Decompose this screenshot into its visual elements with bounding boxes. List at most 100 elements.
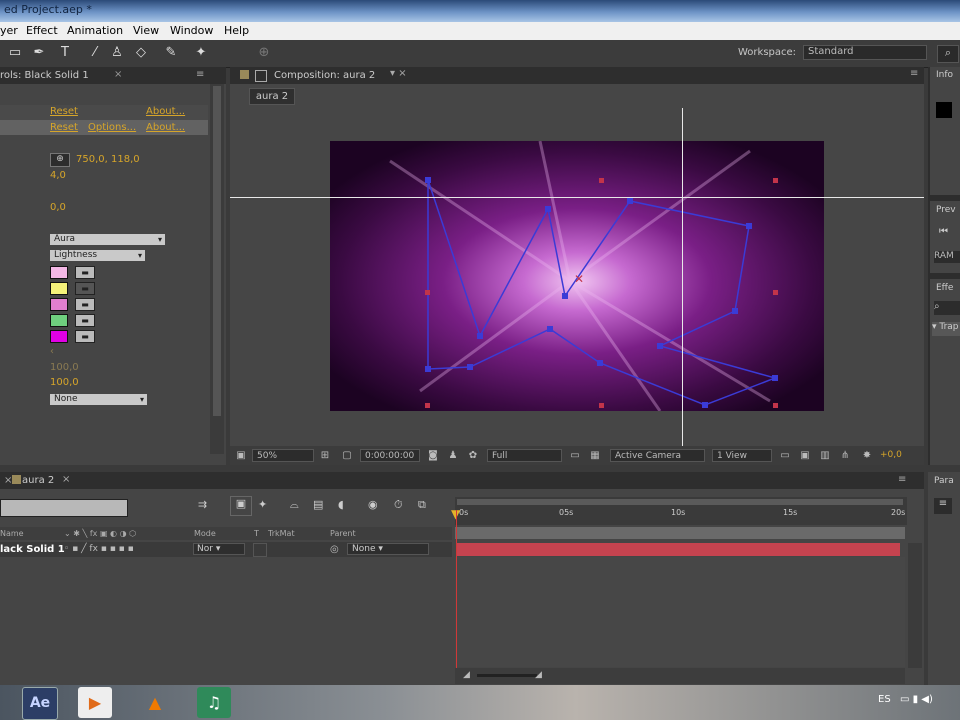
preset-select[interactable]: Aura (50, 234, 165, 245)
blend-select[interactable]: Lightness (50, 250, 145, 261)
search-help-icon[interactable]: ⌕ (937, 45, 959, 63)
pick-whip-icon[interactable]: ◎ (330, 544, 339, 555)
timecode-field[interactable]: 0:00:00:00 (360, 449, 420, 462)
color-swatch-4[interactable] (50, 314, 68, 327)
always-preview-icon[interactable]: ▣ (234, 449, 248, 462)
preview-tab[interactable]: Prev (936, 205, 956, 215)
guide-vertical[interactable] (682, 108, 683, 446)
align-left-icon[interactable]: ≡ (934, 498, 952, 514)
param-value-3[interactable]: 100,0 (50, 362, 79, 373)
timeline-tab[interactable]: aura 2 (22, 475, 54, 486)
exposure-icon[interactable]: ✸ (860, 449, 874, 462)
zoom-in-icon[interactable]: ◢ (535, 670, 542, 680)
snapshot-camera-icon[interactable]: ◙ (426, 449, 440, 462)
eyedropper-icon[interactable]: ▬ (75, 266, 95, 279)
panel-menu-icon[interactable]: ≡ (196, 69, 204, 80)
time-navigator[interactable] (457, 499, 903, 505)
comp-mini-flowchart-icon[interactable]: ⇉ (198, 498, 207, 511)
close-icon[interactable]: × (114, 69, 122, 80)
effects-tree-item[interactable]: ▾ Trap (932, 322, 960, 336)
tray-icons[interactable]: ▭ ▮ ◀) (900, 694, 933, 705)
eyedropper-icon[interactable]: ▬ (75, 330, 95, 343)
crosshair-target-icon[interactable]: ⊕ (50, 153, 70, 167)
composition-viewer[interactable]: ✕ (330, 141, 824, 411)
roto-brush-tool-icon[interactable]: ✎ (162, 44, 180, 62)
after-effects-taskbar-icon[interactable]: Ae (22, 687, 58, 720)
work-area-bar[interactable] (455, 527, 905, 539)
guide-horizontal[interactable] (230, 197, 924, 198)
draft-3d-icon[interactable]: ✦ (258, 498, 267, 511)
channel-icon[interactable]: ✿ (466, 449, 480, 462)
menu-help[interactable]: Help (224, 24, 249, 37)
exposure-value[interactable]: +0,0 (880, 450, 902, 460)
region-of-interest-icon[interactable]: ▭ (568, 449, 582, 462)
menu-animation[interactable]: Animation (67, 24, 123, 37)
preserve-transparency-toggle[interactable] (253, 543, 267, 557)
column-parent[interactable]: Parent (330, 529, 356, 538)
composition-tab[interactable]: Composition: aura 2 (274, 70, 375, 81)
reset-link-2[interactable]: Reset (50, 122, 78, 133)
safe-margins-icon[interactable]: ▢ (340, 449, 354, 462)
column-trkmat[interactable]: TrkMat (268, 529, 295, 538)
zoom-slider-track[interactable] (477, 674, 537, 677)
about-link[interactable]: About... (146, 106, 185, 117)
panel-menu-icon[interactable]: ≡ (910, 68, 918, 79)
media-player-taskbar-icon[interactable]: ▶ (78, 687, 112, 718)
live-update-icon[interactable]: ▣ (230, 496, 252, 516)
frame-blending-icon[interactable]: ▤ (313, 498, 323, 511)
graph-editor-icon[interactable]: ⧉ (418, 498, 426, 512)
info-tab[interactable]: Info (936, 70, 953, 80)
paragraph-tab[interactable]: Para (934, 476, 954, 486)
view-layout-select[interactable]: 1 View (712, 449, 772, 462)
eyedropper-icon[interactable]: ▬ (75, 282, 95, 295)
color-swatch-1[interactable] (50, 266, 68, 279)
language-indicator[interactable]: ES (878, 694, 891, 705)
layer-name[interactable]: lack Solid 1 (0, 544, 65, 555)
panel-menu-icon[interactable]: ≡ (898, 474, 906, 485)
color-swatch-3[interactable] (50, 298, 68, 311)
camera-select[interactable]: Active Camera (610, 449, 705, 462)
param-value-4[interactable]: 100,0 (50, 377, 79, 388)
eyedropper-icon[interactable]: ▬ (75, 314, 95, 327)
workspace-select[interactable]: Standard (803, 45, 927, 60)
column-t[interactable]: T (254, 529, 259, 538)
scroll-thumb[interactable] (213, 86, 221, 416)
anchor-point-icon[interactable]: ✕ (574, 272, 584, 286)
blend-mode-select[interactable]: Nor ▾ (193, 543, 245, 555)
axis-mode-icon[interactable]: ⊕ (255, 44, 273, 62)
param-value-1[interactable]: 4,0 (50, 170, 66, 181)
composition-breadcrumb[interactable]: aura 2 (249, 88, 295, 105)
timeline-search-input[interactable] (0, 499, 128, 517)
menu-window[interactable]: Window (170, 24, 213, 37)
color-swatch-5[interactable] (50, 330, 68, 343)
menu-view[interactable]: View (133, 24, 159, 37)
transparency-grid-icon[interactable]: ▦ (588, 449, 602, 462)
position-value[interactable]: 750,0, 118,0 (76, 154, 140, 165)
pen-tool-icon[interactable]: ✒ (30, 44, 48, 62)
parent-select[interactable]: None ▾ (347, 543, 429, 555)
text-tool-icon[interactable]: T (56, 44, 74, 62)
hide-shy-icon[interactable]: ⌓ (290, 498, 299, 512)
param-value-2[interactable]: 0,0 (50, 202, 66, 213)
close-icon[interactable]: × (62, 474, 70, 485)
vlc-taskbar-icon[interactable]: ▲ (138, 687, 172, 718)
search-icon[interactable]: ⌕ (934, 301, 960, 315)
brush-tool-icon[interactable]: ⁄ (86, 44, 104, 62)
fast-preview-icon[interactable]: ▣ (798, 449, 812, 462)
pixel-aspect-icon[interactable]: ▭ (778, 449, 792, 462)
column-mode[interactable]: Mode (194, 529, 216, 538)
music-app-taskbar-icon[interactable]: ♫ (197, 687, 231, 718)
timeline-zoom-bar[interactable]: ◢ ◢ (455, 668, 905, 684)
close-icon[interactable]: ▾ × (390, 68, 407, 79)
puppet-pin-tool-icon[interactable]: ✦ (192, 44, 210, 62)
flowchart-icon[interactable]: ⋔ (838, 449, 852, 462)
color-swatch-2[interactable] (50, 282, 68, 295)
grid-icon[interactable]: ⊞ (318, 449, 332, 462)
auto-keyframe-icon[interactable]: ⏱ (394, 498, 403, 512)
zoom-select[interactable]: 50% (252, 449, 314, 462)
ram-preview-button[interactable]: RAM (934, 251, 960, 263)
reset-link[interactable]: Reset (50, 106, 78, 117)
brainstorm-icon[interactable]: ◉ (368, 498, 378, 511)
options-link[interactable]: Options... (88, 122, 136, 133)
eyedropper-icon[interactable]: ▬ (75, 298, 95, 311)
